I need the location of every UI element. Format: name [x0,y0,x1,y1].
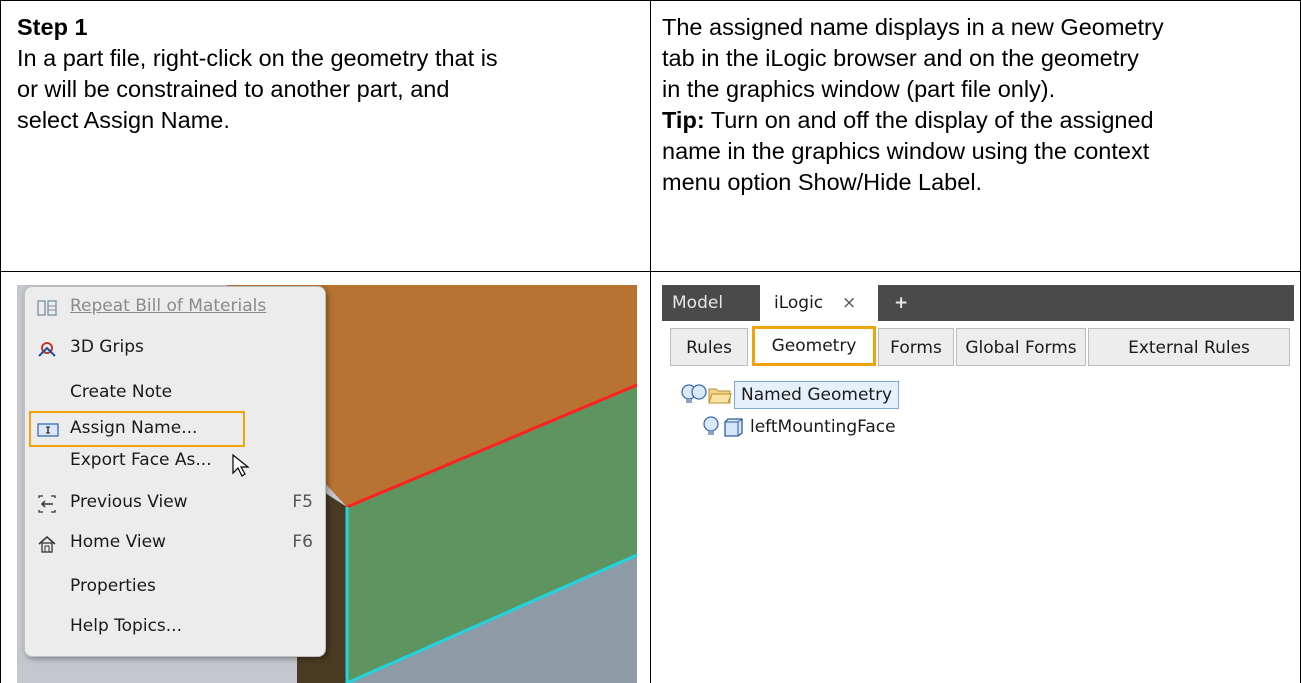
menu-item-label: Help Topics... [70,616,182,636]
tip-label: Tip: [662,107,705,133]
previous-view-icon [37,493,57,513]
instruction-line: In a part file, right-click on the geome… [17,45,498,71]
ilogic-sub-tabs: Rules Geometry Forms Global Forms Extern… [662,326,1294,368]
menu-item-label: Previous View [70,492,188,512]
menu-item-help-topics[interactable]: Help Topics... [25,611,325,641]
instruction-line: select Assign Name. [17,107,230,133]
menu-item-label: Home View [70,532,166,552]
menu-item-properties[interactable]: Properties [25,571,325,601]
mouse-cursor-icon [232,453,250,477]
tab-rules[interactable]: Rules [670,328,748,366]
table-col-divider [650,0,651,683]
menu-item-previous-view[interactable]: Previous View F5 [25,487,325,517]
shortcut-key: F6 [292,532,313,552]
tab-label: Model [672,293,724,313]
right-description-cell: The assigned name displays in a new Geom… [662,12,1164,198]
add-tab-icon[interactable]: + [894,285,914,321]
ilogic-browser-screenshot: Model iLogic × + Rules Geometry Forms Gl… [662,285,1294,683]
named-geometry-label: Named Geometry [734,381,900,409]
graphics-window-screenshot: Repeat Bill of Materials 3D Grips Create… [17,285,637,683]
menu-item-home-view[interactable]: Home View F6 [25,527,325,557]
bom-icon [37,297,57,316]
home-view-icon [37,533,57,553]
tip-text: Turn on and off the display of the assig… [704,107,1154,133]
step-table: Step 1 In a part file, right-click on th… [0,0,1301,683]
description-line: tab in the iLogic browser and on the geo… [662,45,1139,71]
menu-item-export-face[interactable]: Export Face As... [25,445,325,475]
tip-line: menu option Show/Hide Label. [662,169,983,195]
close-icon[interactable]: × [842,285,856,321]
visibility-bulbs-icon [681,384,707,403]
menu-item-label: Export Face As... [70,450,212,470]
description-line: in the graphics window (part file only). [662,76,1056,102]
tab-global-forms[interactable]: Global Forms [956,328,1086,366]
menu-item-create-note[interactable]: Create Note [25,377,325,407]
shortcut-key: F5 [292,492,313,512]
tab-label: iLogic [774,293,824,313]
tip-line: name in the graphics window using the co… [662,138,1150,164]
menu-item-label: Properties [70,576,156,596]
tab-external-rules[interactable]: External Rules [1088,328,1290,366]
menu-item-label: Repeat Bill of Materials [70,296,267,316]
left-instruction-cell: Step 1 In a part file, right-click on th… [17,12,498,136]
menu-item-label: Create Note [70,382,173,402]
tab-ilogic[interactable]: iLogic × [760,285,878,321]
description-line: The assigned name displays in a new Geom… [662,14,1164,40]
menu-item-repeat-bom[interactable]: Repeat Bill of Materials [25,291,325,321]
instruction-line: or will be constrained to another part, … [17,76,450,102]
browser-tab-bar: Model iLogic × + [662,285,1294,321]
left-mounting-face-label: leftMountingFace [750,417,896,437]
visibility-bulb-icon [703,416,719,435]
assign-name-highlight [29,411,245,447]
step-title: Step 1 [17,14,88,40]
folder-icon [708,388,732,404]
tab-forms[interactable]: Forms [878,328,954,366]
tip-line: Tip: Turn on and off the display of the … [662,105,1164,136]
tab-geometry[interactable]: Geometry [752,326,876,366]
context-menu: Repeat Bill of Materials 3D Grips Create… [24,286,326,657]
tab-model[interactable]: Model [672,285,742,321]
menu-item-3d-grips[interactable]: 3D Grips [25,332,325,362]
grips-icon [37,338,57,357]
menu-item-label: 3D Grips [70,337,144,357]
table-border-left [0,0,1,683]
face-icon [724,418,743,437]
